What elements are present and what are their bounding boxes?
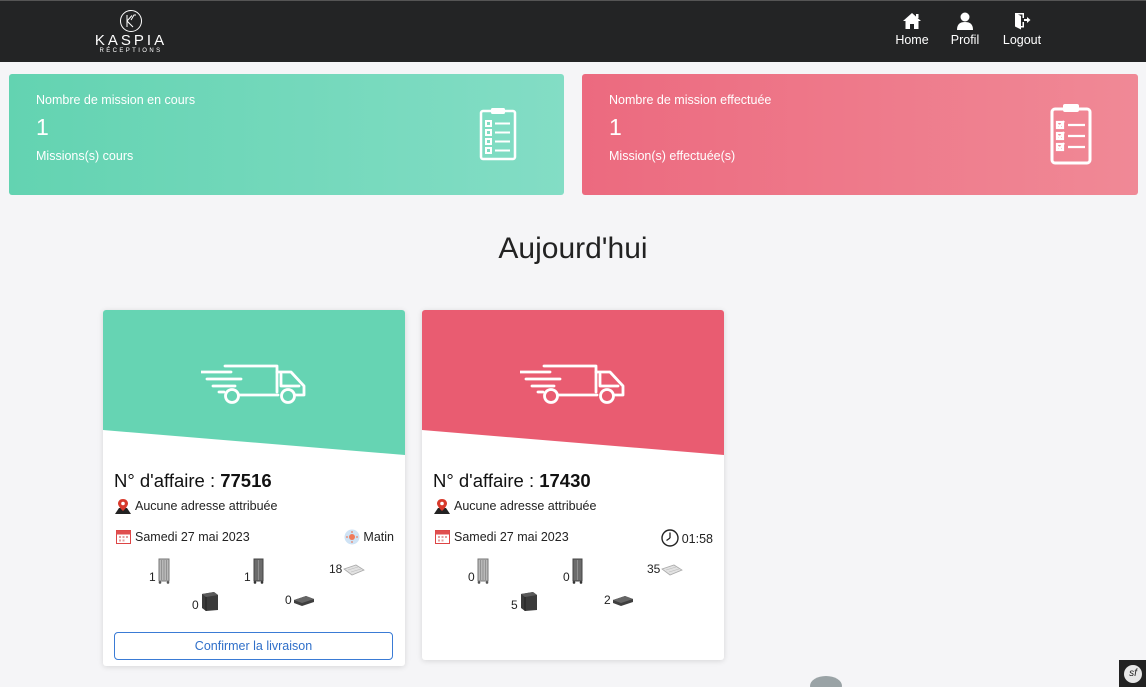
- stat-value: 1: [36, 114, 49, 140]
- stat-subtitle: Mission(s) effectuée(s): [609, 149, 736, 163]
- mission-number-label: N° d'affaire :: [433, 470, 540, 491]
- crate-icon: [520, 592, 537, 611]
- card-header: [103, 310, 405, 455]
- brand-subtitle: RÉCEPTIONS: [99, 48, 163, 54]
- mission-slot-text: 01:58: [681, 532, 713, 546]
- delivery-truck-icon: [520, 364, 625, 404]
- mission-address-text: Aucune adresse attribuée: [135, 499, 278, 513]
- equipment-count: 18: [329, 562, 343, 576]
- equipment-count: 35: [647, 562, 661, 576]
- clock-icon: [661, 529, 679, 547]
- mission-address: Aucune adresse attribuée: [433, 498, 596, 514]
- mission-date-text: Samedi 27 mai 2023: [135, 530, 250, 544]
- clipboard-list-icon: [479, 108, 517, 161]
- brand-name: KASPIA: [94, 32, 168, 49]
- stat-value: 1: [609, 114, 622, 140]
- equipment-flat-case: 2: [604, 593, 634, 607]
- tray-icon: [343, 564, 366, 576]
- flat-case-icon: [293, 596, 314, 606]
- section-title: Aujourd'hui: [498, 232, 648, 265]
- mission-number: N° d'affaire : 17430: [433, 470, 591, 492]
- rolling-rack-icon: [158, 558, 170, 584]
- equipment-rack-tall: 0: [468, 558, 490, 584]
- location-pin-icon: [434, 499, 450, 514]
- logout-icon: [1015, 13, 1031, 30]
- nav-home-label: Home: [895, 33, 929, 47]
- mission-date: Samedi 27 mai 2023: [116, 529, 250, 544]
- mission-slot-text: Matin: [363, 530, 394, 544]
- nav-profil[interactable]: Profil: [946, 12, 984, 47]
- nav-profil-label: Profil: [950, 33, 980, 47]
- mission-slot: Matin: [344, 529, 394, 545]
- equipment-rack-small: 0: [563, 558, 584, 584]
- brand-logo[interactable]: KASPIA RÉCEPTIONS: [93, 9, 169, 57]
- calendar-icon: [116, 530, 131, 544]
- nav-logout-label: Logout: [1002, 33, 1042, 47]
- card-header: [422, 310, 724, 455]
- home-icon: [903, 13, 921, 29]
- dark-rack-icon: [253, 558, 264, 584]
- delivery-truck-icon: [201, 364, 306, 404]
- calendar-icon: [435, 530, 450, 544]
- confirm-delivery-button[interactable]: Confirmer la livraison: [114, 632, 393, 660]
- equipment-count: 1: [244, 570, 251, 584]
- equipment-count: 2: [604, 593, 611, 607]
- stat-subtitle: Missions(s) cours: [36, 149, 134, 163]
- debug-toolbar-toggle[interactable]: sf: [1119, 660, 1146, 687]
- stat-title: Nombre de mission en cours: [36, 93, 196, 107]
- nav-home[interactable]: Home: [893, 12, 931, 47]
- sun-icon: [344, 529, 360, 545]
- mission-address-text: Aucune adresse attribuée: [454, 499, 597, 513]
- equipment-count: 0: [285, 593, 292, 607]
- clipboard-check-icon: [1050, 104, 1092, 165]
- equipment-count: 0: [468, 570, 475, 584]
- equipment-flat-case: 0: [285, 593, 315, 607]
- mission-number-value: 17430: [539, 470, 591, 491]
- dark-rack-icon: [572, 558, 583, 584]
- mission-date: Samedi 27 mai 2023: [435, 529, 569, 544]
- rolling-rack-icon: [477, 558, 489, 584]
- user-icon: [957, 12, 973, 30]
- mission-card: N° d'affaire : 17430 Aucune adresse attr…: [422, 310, 724, 660]
- mission-number: N° d'affaire : 77516: [114, 470, 272, 492]
- tray-icon: [661, 564, 684, 576]
- logo-mark-icon: [120, 10, 142, 32]
- equipment-box: 5: [511, 590, 539, 612]
- navbar: KASPIA RÉCEPTIONS Home Profil Logout: [0, 0, 1146, 62]
- equipment-rack-small: 1: [244, 558, 265, 584]
- equipment-tray: 18: [329, 562, 366, 576]
- nav-logout[interactable]: Logout: [1000, 12, 1044, 47]
- scroll-to-top-button[interactable]: [810, 676, 842, 687]
- stat-missions-done: Nombre de mission effectuée 1 Mission(s)…: [582, 74, 1138, 195]
- symfony-icon: sf: [1124, 665, 1142, 683]
- flat-case-icon: [612, 596, 633, 606]
- mission-address: Aucune adresse attribuée: [114, 498, 277, 514]
- equipment-rack-tall: 1: [149, 558, 171, 584]
- equipment-count: 1: [149, 570, 156, 584]
- mission-number-value: 77516: [220, 470, 272, 491]
- mission-slot: 01:58: [661, 529, 713, 547]
- equipment-count: 0: [563, 570, 570, 584]
- mission-date-text: Samedi 27 mai 2023: [454, 530, 569, 544]
- mission-number-label: N° d'affaire :: [114, 470, 221, 491]
- crate-icon: [201, 592, 218, 611]
- mission-card: N° d'affaire : 77516 Aucune adresse attr…: [103, 310, 405, 666]
- equipment-count: 5: [511, 598, 518, 612]
- equipment-tray: 35: [647, 562, 684, 576]
- location-pin-icon: [115, 499, 131, 514]
- stat-missions-in-progress: Nombre de mission en cours 1 Missions(s)…: [9, 74, 564, 195]
- equipment-count: 0: [192, 598, 199, 612]
- equipment-box: 0: [192, 590, 220, 612]
- stat-title: Nombre de mission effectuée: [609, 93, 772, 107]
